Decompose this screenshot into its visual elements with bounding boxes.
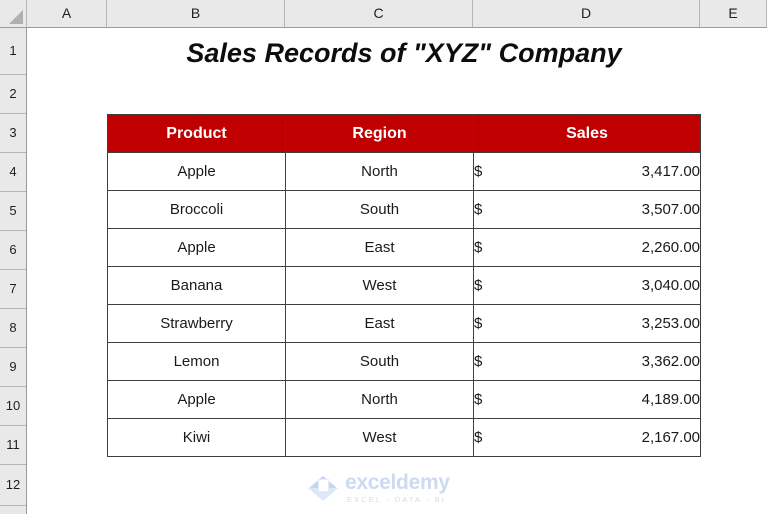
- row-header-5[interactable]: 5: [0, 192, 26, 231]
- column-header-bar: ABCDE: [0, 0, 767, 28]
- cell-sales[interactable]: $3,362.00: [473, 342, 701, 381]
- column-header-c[interactable]: C: [285, 0, 473, 27]
- row-header-2[interactable]: 2: [0, 75, 26, 114]
- column-header-sales[interactable]: Sales: [473, 114, 701, 153]
- table-row: Broccoli South $3,507.00: [107, 190, 701, 229]
- column-header-d[interactable]: D: [473, 0, 700, 27]
- sales-amount: 3,507.00: [641, 201, 700, 218]
- cell-sales[interactable]: $3,253.00: [473, 304, 701, 343]
- row-header-1[interactable]: 1: [0, 28, 26, 75]
- column-header-product[interactable]: Product: [107, 114, 286, 153]
- select-all-triangle-icon: [9, 10, 23, 24]
- cell-sales[interactable]: $3,507.00: [473, 190, 701, 229]
- cell-region[interactable]: West: [285, 266, 474, 305]
- table-row: Banana West $3,040.00: [107, 266, 701, 305]
- sales-amount: 2,260.00: [641, 239, 700, 256]
- table-row: Lemon South $3,362.00: [107, 342, 701, 381]
- currency-symbol: $: [474, 353, 483, 370]
- cell-region[interactable]: North: [285, 152, 474, 191]
- cell-product[interactable]: Banana: [107, 266, 286, 305]
- table-row: Kiwi West $2,167.00: [107, 418, 701, 457]
- sales-amount: 3,417.00: [641, 163, 700, 180]
- currency-symbol: $: [474, 201, 483, 218]
- cell-product[interactable]: Broccoli: [107, 190, 286, 229]
- row-header-bar: 1 2 3 4 5 6 7 8 9 10 11 12: [0, 28, 27, 514]
- currency-symbol: $: [474, 315, 483, 332]
- row-header-7[interactable]: 7: [0, 270, 26, 309]
- sales-amount: 3,362.00: [641, 353, 700, 370]
- row-header-9[interactable]: 9: [0, 348, 26, 387]
- cell-product[interactable]: Apple: [107, 380, 286, 419]
- sales-records-table: Product Region Sales Apple North $3,417.00…: [107, 114, 701, 457]
- cell-product[interactable]: Apple: [107, 152, 286, 191]
- currency-symbol: $: [474, 277, 483, 294]
- cell-region[interactable]: South: [285, 190, 474, 229]
- watermark-tagline: EXCEL - DATA - BI: [347, 495, 446, 505]
- cell-product[interactable]: Strawberry: [107, 304, 286, 343]
- table-header-row: Product Region Sales: [107, 114, 701, 153]
- sales-amount: 4,189.00: [641, 391, 700, 408]
- row-header-12[interactable]: 12: [0, 465, 26, 506]
- cell-sales[interactable]: $3,040.00: [473, 266, 701, 305]
- cell-product[interactable]: Lemon: [107, 342, 286, 381]
- table-row: Strawberry East $3,253.00: [107, 304, 701, 343]
- row-header-4[interactable]: 4: [0, 153, 26, 192]
- currency-symbol: $: [474, 429, 483, 446]
- cell-region[interactable]: North: [285, 380, 474, 419]
- column-header-a[interactable]: A: [27, 0, 107, 27]
- select-all-button[interactable]: [0, 0, 27, 27]
- exceldemy-cube-logo-icon: [307, 471, 339, 505]
- cell-sales[interactable]: $3,417.00: [473, 152, 701, 191]
- cell-product[interactable]: Apple: [107, 228, 286, 267]
- table-row: Apple East $2,260.00: [107, 228, 701, 267]
- exceldemy-watermark: exceldemy EXCEL - DATA - BI: [307, 468, 467, 508]
- row-header-11[interactable]: 11: [0, 426, 26, 465]
- row-header-3[interactable]: 3: [0, 114, 26, 153]
- cell-region[interactable]: South: [285, 342, 474, 381]
- currency-symbol: $: [474, 391, 483, 408]
- sales-amount: 3,253.00: [641, 315, 700, 332]
- cell-sales[interactable]: $4,189.00: [473, 380, 701, 419]
- column-header-region[interactable]: Region: [285, 114, 474, 153]
- column-header-e[interactable]: E: [700, 0, 767, 27]
- cell-region[interactable]: East: [285, 228, 474, 267]
- cell-region[interactable]: East: [285, 304, 474, 343]
- table-row: Apple North $4,189.00: [107, 380, 701, 419]
- cell-sales[interactable]: $2,260.00: [473, 228, 701, 267]
- currency-symbol: $: [474, 163, 483, 180]
- cell-region[interactable]: West: [285, 418, 474, 457]
- column-header-b[interactable]: B: [107, 0, 285, 27]
- cell-sales[interactable]: $2,167.00: [473, 418, 701, 457]
- sales-amount: 3,040.00: [641, 277, 700, 294]
- row-header-8[interactable]: 8: [0, 309, 26, 348]
- sales-amount: 2,167.00: [641, 429, 700, 446]
- page-title: Sales Records of "XYZ" Company: [186, 38, 622, 68]
- spreadsheet-grid: ABCDE 1 2 3 4 5 6 7 8 9 10 11 12 Sales Records of "…: [0, 0, 767, 514]
- currency-symbol: $: [474, 239, 483, 256]
- table-row: Apple North $3,417.00: [107, 152, 701, 191]
- watermark-name: exceldemy: [345, 471, 450, 495]
- row-header-10[interactable]: 10: [0, 387, 26, 426]
- cell-product[interactable]: Kiwi: [107, 418, 286, 457]
- row-header-6[interactable]: 6: [0, 231, 26, 270]
